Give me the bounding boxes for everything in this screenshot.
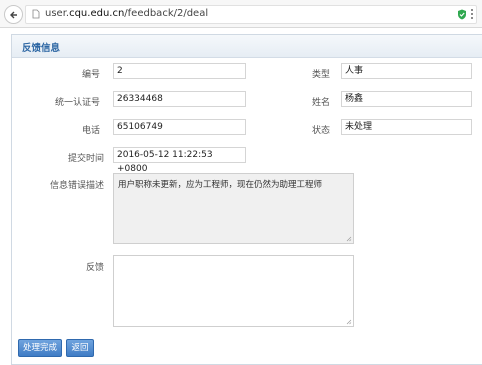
- status-label: 状态: [311, 126, 330, 136]
- panel-header: 反馈信息: [12, 35, 482, 58]
- back-return-button[interactable]: 返回: [66, 339, 94, 357]
- id-label: 编号: [81, 70, 100, 80]
- back-button[interactable]: [4, 5, 23, 24]
- resize-grip-icon[interactable]: [346, 319, 352, 325]
- type-label: 类型: [311, 70, 330, 80]
- shield-icon[interactable]: [457, 9, 467, 20]
- process-complete-button[interactable]: 处理完成: [18, 339, 62, 357]
- status-field[interactable]: 未处理: [341, 119, 472, 135]
- time-label: 提交时间: [67, 154, 104, 164]
- name-field[interactable]: 杨鑫: [341, 91, 472, 107]
- desc-text: 用户职称未更新，应为工程师，现在仍然为助理工程师: [118, 180, 323, 190]
- phone-field[interactable]: 65106749: [113, 119, 246, 135]
- phone-label: 电话: [81, 126, 100, 136]
- uid-field[interactable]: 26334468: [113, 91, 246, 107]
- feedback-label: 反馈: [85, 263, 104, 273]
- name-label: 姓名: [311, 98, 330, 108]
- desc-label: 信息错误描述: [49, 181, 104, 191]
- desc-textarea[interactable]: 用户职称未更新，应为工程师，现在仍然为助理工程师: [113, 173, 354, 244]
- arrow-left-icon: [9, 11, 17, 18]
- uid-label: 统一认证号: [54, 98, 100, 108]
- id-field[interactable]: 2: [113, 63, 246, 79]
- panel-title: 反馈信息: [22, 43, 61, 54]
- more-menu-icon[interactable]: [470, 8, 474, 20]
- page-icon: [32, 9, 40, 19]
- address-bar[interactable]: user.cqu.edu.cn/feedback/2/deal: [25, 5, 477, 24]
- time-field[interactable]: 2016-05-12 11:22:53 +0800: [113, 147, 246, 174]
- feedback-textarea[interactable]: [113, 255, 354, 327]
- type-field[interactable]: 人事: [341, 63, 472, 79]
- url-text: user.cqu.edu.cn/feedback/2/deal: [45, 8, 209, 19]
- browser-toolbar: user.cqu.edu.cn/feedback/2/deal: [0, 0, 482, 28]
- resize-grip-icon[interactable]: [346, 236, 352, 242]
